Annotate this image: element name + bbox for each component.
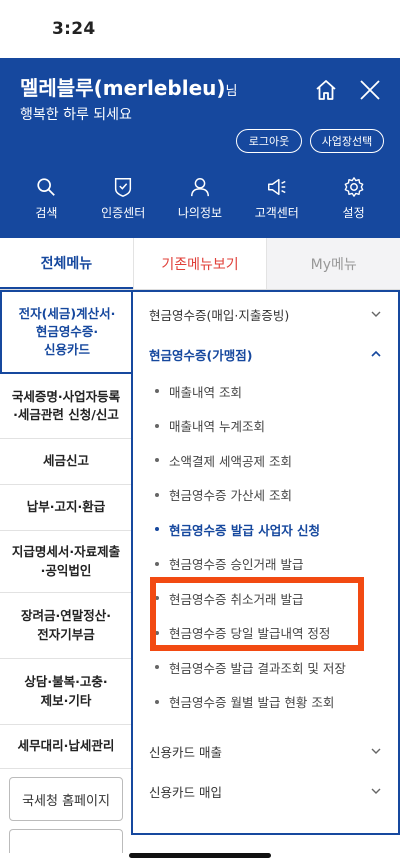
home-button[interactable] [314, 78, 338, 102]
bullet-icon [155, 699, 159, 704]
status-time: 3:24 [52, 19, 96, 39]
submenu-item-label: 현금영수증 당일 발급내역 정정 [169, 626, 331, 642]
section-card-purchase-label: 신용카드 매입 [149, 784, 222, 800]
bullet-icon [155, 596, 159, 601]
megaphone-icon [267, 178, 286, 196]
category-menu: 전자(세금)계산서· 현금영수증· 신용카드 국세증명·사업자등록 ·세금관련 … [0, 290, 132, 853]
submenu-item-label: 현금영수증 가산세 조회 [169, 488, 292, 504]
submenu-item-label: 현금영수증 월별 발급 현황 조회 [169, 695, 335, 711]
quick-auth-label: 인증센터 [101, 206, 146, 220]
quick-my-info-label: 나의정보 [177, 206, 223, 220]
section-purchase-label: 현금영수증(매입·지출증빙) [149, 307, 290, 323]
chevron-down-icon [371, 748, 381, 754]
person-icon [191, 178, 209, 197]
section-card-sales-label: 신용카드 매출 [149, 744, 222, 760]
category-payment[interactable]: 납부·고지·환급 [0, 485, 132, 531]
business-select-button[interactable]: 사업장선택 [310, 129, 384, 153]
section-merchant-label: 현금영수증(가맹점) [149, 347, 253, 363]
quick-customer-center[interactable]: 고객센터 [245, 176, 309, 221]
quick-my-info[interactable]: 나의정보 [168, 176, 232, 221]
home-icon [316, 80, 336, 100]
chevron-down-icon [371, 311, 381, 317]
category-incentive[interactable]: 장려금·연말정산· 전자기부금 [0, 593, 132, 659]
submenu-item[interactable]: 현금영수증 발급 결과조회 및 저장 [133, 650, 398, 685]
quick-customer-label: 고객센터 [254, 206, 299, 220]
submenu-item-label: 매출내역 누계조회 [169, 419, 265, 435]
chevron-up-icon [371, 350, 381, 357]
header: 멜레블루(merlebleu)님 행복한 하루 되세요 로그아웃 사업장선택 검… [0, 58, 400, 238]
tab-my-menu[interactable]: My메뉴 [267, 238, 400, 289]
category-e-invoice[interactable]: 전자(세금)계산서· 현금영수증· 신용카드 [0, 290, 132, 374]
section-card-sales[interactable]: 신용카드 매출 [133, 731, 398, 771]
username: 멜레블루(merlebleu) [20, 76, 226, 100]
submenu-item-label: 매출내역 조회 [169, 384, 242, 400]
bullet-icon [155, 665, 159, 670]
quick-search-label: 검색 [35, 206, 58, 220]
chevron-down-icon [371, 788, 381, 794]
submenu-item-label: 현금영수증 승인거래 발급 [169, 557, 304, 573]
bullet-icon [155, 527, 159, 532]
submenu-item-label: 현금영수증 발급 결과조회 및 저장 [169, 660, 346, 676]
bullet-icon [155, 561, 159, 566]
greeting-text: 행복한 하루 되세요 [20, 107, 132, 123]
submenu-item[interactable]: 현금영수증 당일 발급내역 정정 [133, 616, 398, 651]
close-button[interactable] [358, 78, 382, 102]
quick-menu: 검색 인증센터 나의정보 고객센터 설정 [0, 176, 400, 221]
section-cash-receipt-purchase[interactable]: 현금영수증(매입·지출증빙) [133, 294, 398, 334]
quick-settings[interactable]: 설정 [322, 176, 386, 221]
category-consultation[interactable]: 상담·불복·고충· 제보·기타 [0, 659, 132, 725]
username-suffix: 님 [225, 84, 238, 99]
nts-homepage-button[interactable]: 국세청 홈페이지 [9, 777, 123, 821]
category-statement-submission[interactable]: 지급명세서·자료제출 ·공익법인 [0, 531, 132, 593]
submenu-item-label: 현금영수증 발급 사업자 신청 [169, 522, 321, 538]
gear-icon [344, 177, 363, 197]
submenu-item[interactable]: 현금영수증 가산세 조회 [133, 478, 398, 513]
submenu-item-label: 현금영수증 취소거래 발급 [169, 591, 304, 607]
quick-search[interactable]: 검색 [14, 176, 78, 221]
menu-tabs: 전체메뉴 기존메뉴보기 My메뉴 [0, 238, 400, 290]
category-tax-filing[interactable]: 세금신고 [0, 439, 132, 485]
bullet-icon [155, 458, 159, 463]
status-bar: 3:24 40 [0, 0, 400, 835]
submenu-item[interactable]: 매출내역 누계조회 [133, 409, 398, 444]
bullet-icon [155, 630, 159, 635]
submenu-item[interactable]: 매출내역 조회 [133, 374, 398, 409]
partial-button[interactable] [9, 829, 123, 853]
submenu-item[interactable]: 현금영수증 승인거래 발급 [133, 547, 398, 582]
bullet-icon [155, 423, 159, 428]
submenu-item-highlighted[interactable]: 현금영수증 발급 사업자 신청 [133, 512, 398, 547]
merchant-submenu: 매출내역 조회 매출내역 누계조회 소액결제 세액공제 조회 현금영수증 가산세… [133, 374, 398, 719]
category-tax-agent[interactable]: 세무대리·납세관리 [0, 725, 132, 769]
submenu-item[interactable]: 소액결제 세액공제 조회 [133, 443, 398, 478]
submenu-item[interactable]: 현금영수증 취소거래 발급 [133, 581, 398, 616]
quick-auth-center[interactable]: 인증센터 [91, 176, 155, 221]
submenu-panel: 현금영수증(매입·지출증빙) 현금영수증(가맹점) 매출내역 조회 매출내역 누… [131, 290, 400, 835]
section-cash-receipt-merchant[interactable]: 현금영수증(가맹점) [133, 334, 398, 374]
home-indicator [129, 853, 271, 858]
section-card-purchase[interactable]: 신용카드 매입 [133, 771, 398, 811]
search-icon [37, 178, 56, 196]
bullet-icon [155, 389, 159, 394]
logout-button[interactable]: 로그아웃 [236, 129, 302, 153]
bullet-icon [155, 492, 159, 497]
user-greeting-name: 멜레블루(merlebleu)님 [20, 72, 238, 101]
submenu-item[interactable]: 현금영수증 월별 발급 현황 조회 [133, 685, 398, 720]
shield-check-icon [115, 178, 132, 197]
tab-all-menu[interactable]: 전체메뉴 [0, 238, 133, 289]
quick-settings-label: 설정 [342, 206, 365, 220]
submenu-item-label: 소액결제 세액공제 조회 [169, 453, 292, 469]
tab-legacy-menu[interactable]: 기존메뉴보기 [132, 238, 268, 289]
close-icon [360, 80, 380, 100]
category-tax-certificate[interactable]: 국세증명·사업자등록 ·세금관련 신청/신고 [0, 374, 132, 439]
